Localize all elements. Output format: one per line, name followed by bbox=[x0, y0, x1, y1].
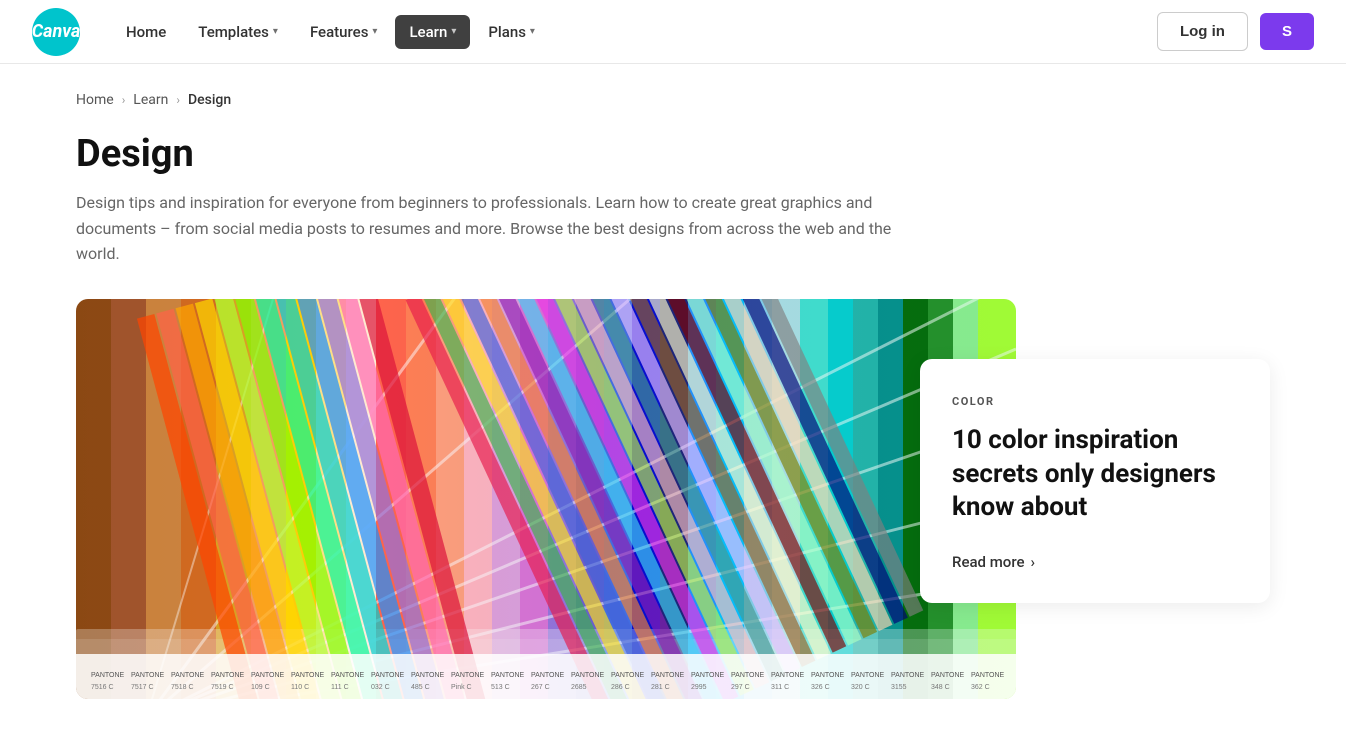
article-title: 10 color inspiration secrets only design… bbox=[952, 424, 1238, 525]
svg-text:PANTONE: PANTONE bbox=[171, 672, 205, 679]
svg-text:110 C: 110 C bbox=[291, 684, 309, 691]
featured-section: PANTONE PANTONE PANTONE PANTONE PANTONE … bbox=[76, 299, 1270, 699]
svg-text:326 C: 326 C bbox=[811, 684, 830, 691]
svg-text:PANTONE: PANTONE bbox=[331, 672, 365, 679]
nav-right: Log in S bbox=[1157, 12, 1314, 51]
breadcrumb: Home › Learn › Design bbox=[0, 64, 1346, 124]
nav-item-home[interactable]: Home bbox=[112, 15, 180, 49]
svg-text:362 C: 362 C bbox=[971, 684, 990, 691]
svg-text:PANTONE: PANTONE bbox=[931, 672, 965, 679]
svg-text:2685: 2685 bbox=[571, 684, 587, 691]
nav-item-learn[interactable]: Learn ▾ bbox=[395, 15, 470, 49]
svg-text:111 C: 111 C bbox=[331, 684, 349, 691]
nav-learn-label: Learn bbox=[409, 23, 447, 41]
chevron-down-icon: ▾ bbox=[451, 26, 456, 37]
svg-text:PANTONE: PANTONE bbox=[371, 672, 405, 679]
nav-home-label: Home bbox=[126, 23, 166, 41]
nav-plans-label: Plans bbox=[488, 23, 526, 41]
svg-text:PANTONE: PANTONE bbox=[491, 672, 525, 679]
svg-text:PANTONE: PANTONE bbox=[531, 672, 565, 679]
svg-text:Pink C: Pink C bbox=[451, 684, 472, 691]
svg-text:PANTONE: PANTONE bbox=[411, 672, 445, 679]
read-more-link[interactable]: Read more › bbox=[952, 553, 1238, 571]
svg-text:485 C: 485 C bbox=[411, 684, 430, 691]
svg-text:348 C: 348 C bbox=[931, 684, 950, 691]
logo[interactable]: Canva bbox=[32, 8, 80, 56]
nav-templates-label: Templates bbox=[198, 23, 269, 41]
logo-text: Canva bbox=[32, 21, 81, 42]
svg-text:PANTONE: PANTONE bbox=[571, 672, 605, 679]
chevron-down-icon: ▾ bbox=[372, 26, 377, 37]
svg-text:PANTONE: PANTONE bbox=[651, 672, 685, 679]
svg-text:7518 C: 7518 C bbox=[171, 684, 194, 691]
read-more-label: Read more bbox=[952, 553, 1025, 571]
svg-text:PANTONE: PANTONE bbox=[211, 672, 245, 679]
breadcrumb-current: Design bbox=[188, 92, 231, 108]
svg-text:PANTONE: PANTONE bbox=[851, 672, 885, 679]
svg-text:267 C: 267 C bbox=[531, 684, 550, 691]
signup-button[interactable]: S bbox=[1260, 13, 1314, 50]
page-title: Design bbox=[76, 132, 1270, 176]
svg-text:PANTONE: PANTONE bbox=[611, 672, 645, 679]
svg-text:PANTONE: PANTONE bbox=[971, 672, 1005, 679]
svg-text:PANTONE: PANTONE bbox=[731, 672, 765, 679]
svg-text:032 C: 032 C bbox=[371, 684, 390, 691]
svg-text:311 C: 311 C bbox=[771, 684, 789, 691]
nav-links: Home Templates ▾ Features ▾ Learn ▾ Plan… bbox=[112, 15, 1157, 49]
svg-text:PANTONE: PANTONE bbox=[91, 672, 125, 679]
svg-text:281 C: 281 C bbox=[651, 684, 670, 691]
svg-text:PANTONE: PANTONE bbox=[251, 672, 285, 679]
svg-text:PANTONE: PANTONE bbox=[811, 672, 845, 679]
navbar: Canva Home Templates ▾ Features ▾ Learn … bbox=[0, 0, 1346, 64]
svg-text:PANTONE: PANTONE bbox=[891, 672, 925, 679]
featured-card: COLOR 10 color inspiration secrets only … bbox=[920, 359, 1270, 603]
nav-item-features[interactable]: Features ▾ bbox=[296, 15, 392, 49]
svg-text:7516 C: 7516 C bbox=[91, 684, 114, 691]
breadcrumb-home[interactable]: Home bbox=[76, 92, 114, 108]
breadcrumb-separator-2: › bbox=[176, 93, 180, 107]
svg-text:PANTONE: PANTONE bbox=[691, 672, 725, 679]
nav-item-templates[interactable]: Templates ▾ bbox=[184, 15, 292, 49]
article-category: COLOR bbox=[952, 395, 1238, 408]
nav-item-plans[interactable]: Plans ▾ bbox=[474, 15, 549, 49]
chevron-down-icon: ▾ bbox=[273, 26, 278, 37]
svg-text:3155: 3155 bbox=[891, 684, 907, 691]
chevron-down-icon: ▾ bbox=[530, 26, 535, 37]
breadcrumb-separator: › bbox=[122, 93, 126, 107]
svg-text:PANTONE: PANTONE bbox=[451, 672, 485, 679]
svg-text:PANTONE: PANTONE bbox=[291, 672, 325, 679]
chevron-right-icon: › bbox=[1031, 553, 1036, 571]
svg-text:320 C: 320 C bbox=[851, 684, 870, 691]
breadcrumb-learn[interactable]: Learn bbox=[133, 92, 168, 108]
svg-text:286 C: 286 C bbox=[611, 684, 630, 691]
login-button[interactable]: Log in bbox=[1157, 12, 1248, 51]
svg-text:PANTONE: PANTONE bbox=[131, 672, 165, 679]
svg-text:297 C: 297 C bbox=[731, 684, 750, 691]
page-header: Design Design tips and inspiration for e… bbox=[0, 124, 1346, 299]
featured-image[interactable]: PANTONE PANTONE PANTONE PANTONE PANTONE … bbox=[76, 299, 1016, 699]
svg-text:7519 C: 7519 C bbox=[211, 684, 234, 691]
svg-text:PANTONE: PANTONE bbox=[771, 672, 805, 679]
svg-text:2995: 2995 bbox=[691, 684, 707, 691]
page-description: Design tips and inspiration for everyone… bbox=[76, 190, 896, 267]
svg-text:7517 C: 7517 C bbox=[131, 684, 154, 691]
svg-text:513 C: 513 C bbox=[491, 684, 510, 691]
nav-features-label: Features bbox=[310, 23, 368, 41]
svg-text:109 C: 109 C bbox=[251, 684, 270, 691]
